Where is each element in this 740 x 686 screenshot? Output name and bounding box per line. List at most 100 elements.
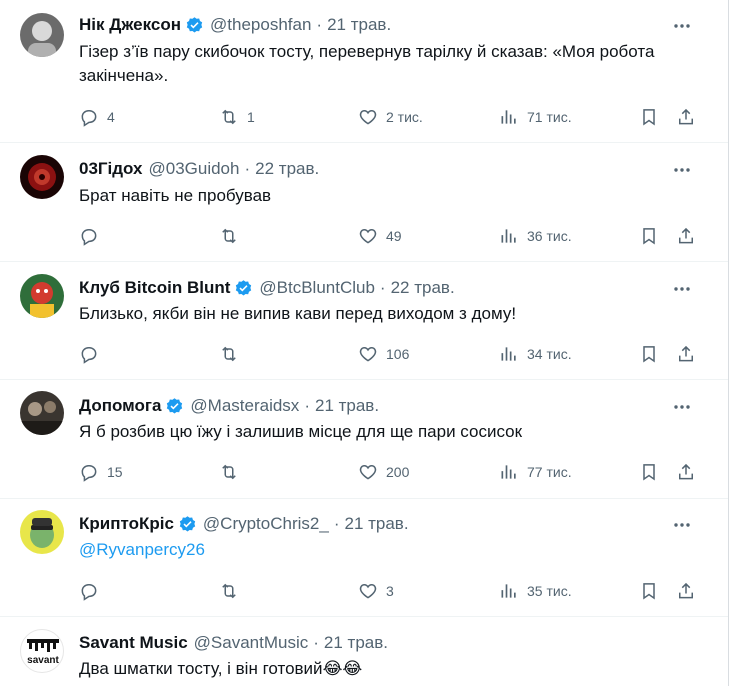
tweet-text-line: закінчена». xyxy=(79,66,169,85)
display-name[interactable]: КриптоКріс xyxy=(79,514,174,534)
reply-button[interactable] xyxy=(79,580,107,602)
views-chart-icon xyxy=(501,347,516,361)
reply-count: 4 xyxy=(107,109,115,125)
bookmark-button[interactable] xyxy=(639,106,659,128)
avatar-photo xyxy=(20,391,64,435)
tweet-header: Нік Джексон @theposhfan · 21 трав. xyxy=(79,14,672,36)
more-options-icon[interactable] xyxy=(672,515,692,535)
retweet-icon xyxy=(222,583,236,599)
user-handle[interactable]: @SavantMusic xyxy=(194,633,309,653)
tweet-text: Гізер з’їв пару скибочок тосту, переверн… xyxy=(79,40,668,88)
display-name[interactable]: Клуб Bitcoin Blunt xyxy=(79,278,230,298)
tweet[interactable]: 03Гідох @03Guidoh · 22 трав. Брат навіть… xyxy=(0,143,728,262)
bookmark-button[interactable] xyxy=(639,580,659,602)
bookmark-icon xyxy=(643,346,655,363)
views-button[interactable]: 34 тис. xyxy=(499,343,572,365)
bookmark-button[interactable] xyxy=(639,225,659,247)
bookmark-icon xyxy=(643,464,655,481)
share-button[interactable] xyxy=(676,580,696,602)
display-name[interactable]: Нік Джексон xyxy=(79,15,181,35)
verified-badge-icon xyxy=(178,515,197,534)
views-count: 36 тис. xyxy=(527,228,572,244)
tweet-date[interactable]: 21 трав. xyxy=(327,15,391,35)
reply-icon xyxy=(81,347,97,364)
views-chart-icon xyxy=(501,229,516,243)
views-button[interactable]: 77 тис. xyxy=(499,461,572,483)
mention-link[interactable]: @Ryvanpercy26 xyxy=(79,540,205,559)
share-button[interactable] xyxy=(676,106,696,128)
tweet[interactable]: Клуб Bitcoin Blunt @BtcBluntClub · 22 тр… xyxy=(0,262,728,380)
avatar[interactable] xyxy=(20,13,64,57)
avatar-photo xyxy=(20,155,64,199)
tweet-date[interactable]: 21 трав. xyxy=(315,396,379,416)
tweet-header: КриптоКріс @CryptoChris2_ · 21 трав. xyxy=(79,513,672,535)
retweet-button[interactable] xyxy=(219,461,247,483)
tweet[interactable]: Допомога @Masteraidsx · 21 трав. Я б роз… xyxy=(0,380,728,499)
retweet-icon xyxy=(222,346,236,362)
share-icon xyxy=(679,227,693,244)
tweet[interactable]: savant Savant Music @SavantMusic · 21 тр… xyxy=(0,617,728,686)
verified-badge-icon xyxy=(234,279,253,298)
more-options-icon[interactable] xyxy=(672,397,692,417)
heart-icon xyxy=(359,109,377,125)
avatar[interactable] xyxy=(20,155,64,199)
user-handle[interactable]: @03Guidoh xyxy=(148,159,239,179)
like-count: 200 xyxy=(386,464,410,480)
tweet-header: Savant Music @SavantMusic · 21 трав. xyxy=(79,632,672,654)
reply-button[interactable] xyxy=(79,225,107,247)
like-count: 49 xyxy=(386,228,402,244)
retweet-button[interactable] xyxy=(219,580,247,602)
more-options-icon[interactable] xyxy=(672,279,692,299)
share-button[interactable] xyxy=(676,461,696,483)
verified-badge-icon xyxy=(165,397,184,416)
user-handle[interactable]: @CryptoChris2_ xyxy=(203,514,329,534)
share-button[interactable] xyxy=(676,225,696,247)
reply-button[interactable]: 15 xyxy=(79,461,123,483)
more-options-icon[interactable] xyxy=(672,16,692,36)
avatar[interactable] xyxy=(20,510,64,554)
avatar[interactable] xyxy=(20,274,64,318)
bookmark-button[interactable] xyxy=(639,343,659,365)
avatar[interactable] xyxy=(20,391,64,435)
views-button[interactable]: 35 тис. xyxy=(499,580,572,602)
tweet-actions: 15 200 77 тис. xyxy=(79,461,698,483)
tweet-date[interactable]: 21 трав. xyxy=(324,633,388,653)
tweet-text: Я б розбив цю їжу і залишив місце для ще… xyxy=(79,422,523,441)
retweet-icon xyxy=(222,228,236,244)
tweet[interactable]: Нік Джексон @theposhfan · 21 трав. Гізер… xyxy=(0,0,728,143)
user-handle[interactable]: @Masteraidsx xyxy=(190,396,299,416)
tweet-text-body: Два шматки тосту, і він готовий xyxy=(79,659,323,678)
bookmark-icon xyxy=(643,583,655,600)
user-handle[interactable]: @BtcBluntClub xyxy=(259,278,375,298)
display-name[interactable]: Допомога xyxy=(79,396,161,416)
retweet-button[interactable] xyxy=(219,343,247,365)
views-count: 77 тис. xyxy=(527,464,572,480)
views-button[interactable]: 71 тис. xyxy=(499,106,572,128)
tweet-date[interactable]: 22 трав. xyxy=(391,278,455,298)
display-name[interactable]: Savant Music xyxy=(79,633,188,653)
user-handle[interactable]: @theposhfan xyxy=(210,15,311,35)
share-button[interactable] xyxy=(676,343,696,365)
display-name[interactable]: 03Гідох xyxy=(79,159,142,179)
views-count: 34 тис. xyxy=(527,346,572,362)
retweet-button[interactable]: 1 xyxy=(219,106,255,128)
like-button[interactable]: 106 xyxy=(358,343,409,365)
like-button[interactable]: 49 xyxy=(358,225,402,247)
reply-button[interactable] xyxy=(79,343,107,365)
tweet-date[interactable]: 22 трав. xyxy=(255,159,319,179)
more-options-icon[interactable] xyxy=(672,160,692,180)
retweet-button[interactable] xyxy=(219,225,247,247)
bookmark-button[interactable] xyxy=(639,461,659,483)
tweet-actions: 49 36 тис. xyxy=(79,225,698,247)
retweet-count: 1 xyxy=(247,109,255,125)
views-button[interactable]: 36 тис. xyxy=(499,225,572,247)
like-button[interactable]: 200 xyxy=(358,461,409,483)
tweet[interactable]: КриптоКріс @CryptoChris2_ · 21 трав. @Ry… xyxy=(0,499,728,617)
like-button[interactable]: 2 тис. xyxy=(358,106,423,128)
avatar[interactable]: savant xyxy=(20,629,64,673)
tweet-date[interactable]: 21 трав. xyxy=(344,514,408,534)
like-button[interactable]: 3 xyxy=(358,580,394,602)
reply-button[interactable]: 4 xyxy=(79,106,115,128)
tweet-text-line: Гізер з’їв пару скибочок тосту, переверн… xyxy=(79,42,655,61)
reply-icon xyxy=(81,110,97,127)
